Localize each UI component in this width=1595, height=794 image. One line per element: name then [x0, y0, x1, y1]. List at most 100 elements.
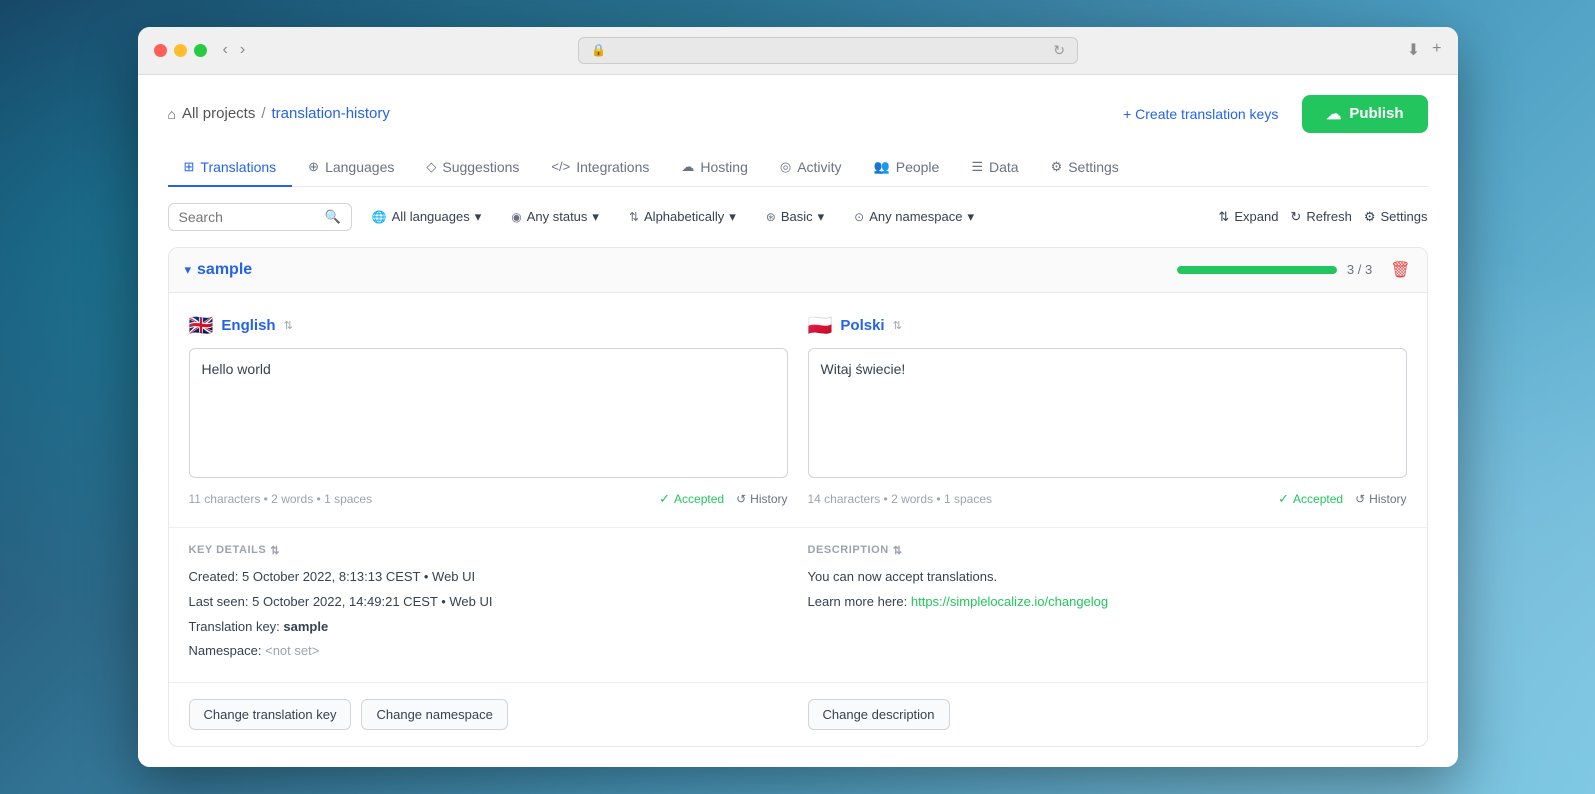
basic-filter-icon: ⊛: [766, 210, 776, 224]
breadcrumb: ⌂ All projects / translation-history + C…: [168, 95, 1428, 133]
translation-key-detail: Translation key: sample: [189, 617, 788, 638]
english-header: 🇬🇧 English ⇅: [189, 313, 788, 338]
search-box[interactable]: 🔍: [168, 203, 352, 231]
refresh-button[interactable]: ↻ Refresh: [1290, 209, 1351, 225]
change-description-button[interactable]: Change description: [808, 699, 950, 730]
change-namespace-button[interactable]: Change namespace: [361, 699, 507, 730]
home-icon: ⌂: [168, 106, 176, 122]
expand-button[interactable]: ⇅ Expand: [1218, 209, 1278, 225]
polish-check-icon: ✓: [1278, 491, 1289, 507]
close-button[interactable]: [154, 44, 167, 57]
download-icon[interactable]: ⬇: [1407, 40, 1420, 60]
tab-languages[interactable]: ⊕ Languages: [292, 149, 410, 187]
browser-actions: ⬇ +: [1407, 40, 1442, 60]
polish-translation-input[interactable]: Witaj świecie!: [808, 348, 1407, 478]
change-translation-key-button[interactable]: Change translation key: [189, 699, 352, 730]
search-icon: 🔍: [325, 209, 341, 225]
english-flag: 🇬🇧: [189, 313, 214, 338]
search-input[interactable]: [179, 209, 319, 225]
description-right: DESCRIPTION ⇅ You can now accept transla…: [808, 544, 1407, 666]
browser-window: ‹ › 🔒 ↻ ⬇ + ⌂ All projects / translation…: [138, 27, 1458, 767]
translation-section: ▾ sample 3 / 3 🗑 🇬🇧 English: [168, 247, 1428, 747]
description-title: DESCRIPTION ⇅: [808, 544, 1407, 557]
any-namespace-filter[interactable]: ⊙ Any namespace ▾: [844, 204, 984, 230]
all-languages-label: All languages: [392, 209, 470, 224]
any-status-filter[interactable]: ◉ Any status ▾: [501, 204, 609, 230]
data-tab-icon: ☰: [971, 159, 983, 175]
polish-chevron-icon[interactable]: ⇅: [893, 319, 902, 332]
tab-settings[interactable]: ⚙ Settings: [1035, 149, 1135, 187]
back-button[interactable]: ‹: [219, 39, 232, 61]
languages-tab-icon: ⊕: [308, 159, 319, 175]
created-label: Created:: [189, 569, 239, 584]
create-keys-button[interactable]: + Create translation keys: [1111, 100, 1290, 128]
polish-header: 🇵🇱 Polski ⇅: [808, 313, 1407, 338]
tab-data[interactable]: ☰ Data: [955, 149, 1034, 187]
tab-translations[interactable]: ⊞ Translations: [168, 149, 293, 187]
url-bar-container: 🔒 ↻: [261, 37, 1395, 64]
english-meta: 11 characters • 2 words • 1 spaces ✓ Acc…: [189, 491, 788, 507]
right-action-buttons: Change description: [808, 699, 1407, 730]
publish-button[interactable]: ☁ Publish: [1302, 95, 1427, 133]
english-history-link[interactable]: ↺ History: [736, 492, 787, 506]
translation-key-value: sample: [283, 619, 328, 634]
filter-right-actions: ⇅ Expand ↻ Refresh ⚙ Settings: [1218, 209, 1427, 225]
english-history-label: History: [750, 492, 787, 506]
description-text2: Learn more here:: [808, 594, 908, 609]
last-seen-detail: Last seen: 5 October 2022, 14:49:21 CEST…: [189, 592, 788, 613]
settings-tab-label: Settings: [1068, 159, 1119, 175]
translation-key-label: Translation key:: [189, 619, 280, 634]
filter-bar: 🔍 🌐 All languages ▾ ◉ Any status ▾ ⇅ Alp…: [168, 203, 1428, 231]
namespace-filter-icon: ⊙: [854, 210, 864, 224]
maximize-button[interactable]: [194, 44, 207, 57]
basic-filter[interactable]: ⊛ Basic ▾: [756, 204, 834, 230]
key-details-section: KEY DETAILS ⇅ Created: 5 October 2022, 8…: [169, 527, 1427, 682]
settings-tab-icon: ⚙: [1051, 159, 1063, 175]
left-action-buttons: Change translation key Change namespace: [189, 699, 788, 730]
polish-accepted-label: Accepted: [1293, 492, 1343, 506]
languages-chevron-icon: ▾: [475, 209, 482, 225]
sort-chevron-icon: ▾: [729, 209, 736, 225]
minimize-button[interactable]: [174, 44, 187, 57]
namespace-detail: Namespace: <not set>: [189, 641, 788, 662]
settings-icon: ⚙: [1364, 209, 1376, 225]
languages-tab-label: Languages: [325, 159, 394, 175]
delete-section-icon[interactable]: 🗑: [1390, 260, 1410, 280]
new-tab-icon[interactable]: +: [1432, 40, 1441, 60]
english-translation-input[interactable]: Hello world: [189, 348, 788, 478]
section-toggle-icon[interactable]: ▾: [185, 262, 192, 278]
description-link[interactable]: https://simplelocalize.io/changelog: [911, 594, 1108, 609]
english-history-icon: ↺: [736, 492, 746, 506]
progress-bar-fill: [1177, 266, 1337, 274]
tab-people[interactable]: 👥 People: [858, 149, 956, 187]
tab-hosting[interactable]: ☁ Hosting: [665, 149, 763, 187]
nav-arrows: ‹ ›: [219, 39, 250, 61]
forward-button[interactable]: ›: [236, 39, 249, 61]
namespace-chevron-icon: ▾: [967, 209, 974, 225]
traffic-lights: [154, 44, 207, 57]
any-namespace-label: Any namespace: [869, 209, 962, 224]
integrations-tab-icon: </>: [551, 159, 570, 174]
hosting-tab-icon: ☁: [681, 159, 694, 175]
all-projects-link[interactable]: All projects: [182, 105, 255, 122]
progress-label: 3 / 3: [1347, 262, 1372, 277]
polish-history-link[interactable]: ↺ History: [1355, 492, 1406, 506]
tab-suggestions[interactable]: ◇ Suggestions: [410, 149, 535, 187]
section-header: ▾ sample 3 / 3 🗑: [169, 248, 1427, 293]
refresh-icon[interactable]: ↻: [1053, 42, 1065, 59]
settings-button[interactable]: ⚙ Settings: [1364, 209, 1428, 225]
any-status-label: Any status: [527, 209, 588, 224]
alphabetically-label: Alphabetically: [644, 209, 724, 224]
basic-label: Basic: [781, 209, 813, 224]
all-languages-filter[interactable]: 🌐 All languages ▾: [362, 204, 492, 230]
expand-label: Expand: [1234, 209, 1278, 224]
tab-integrations[interactable]: </> Integrations: [535, 149, 665, 187]
last-seen-label: Last seen:: [189, 594, 249, 609]
description-text1: You can now accept translations.: [808, 567, 1407, 588]
alphabetically-filter[interactable]: ⇅ Alphabetically ▾: [619, 204, 746, 230]
english-chevron-icon[interactable]: ⇅: [284, 319, 293, 332]
languages-filter-icon: 🌐: [372, 210, 387, 224]
translation-content: 🇬🇧 English ⇅ Hello world 11 characters •…: [169, 293, 1427, 527]
action-buttons: Change translation key Change namespace …: [169, 682, 1427, 746]
tab-activity[interactable]: ◎ Activity: [764, 149, 858, 187]
